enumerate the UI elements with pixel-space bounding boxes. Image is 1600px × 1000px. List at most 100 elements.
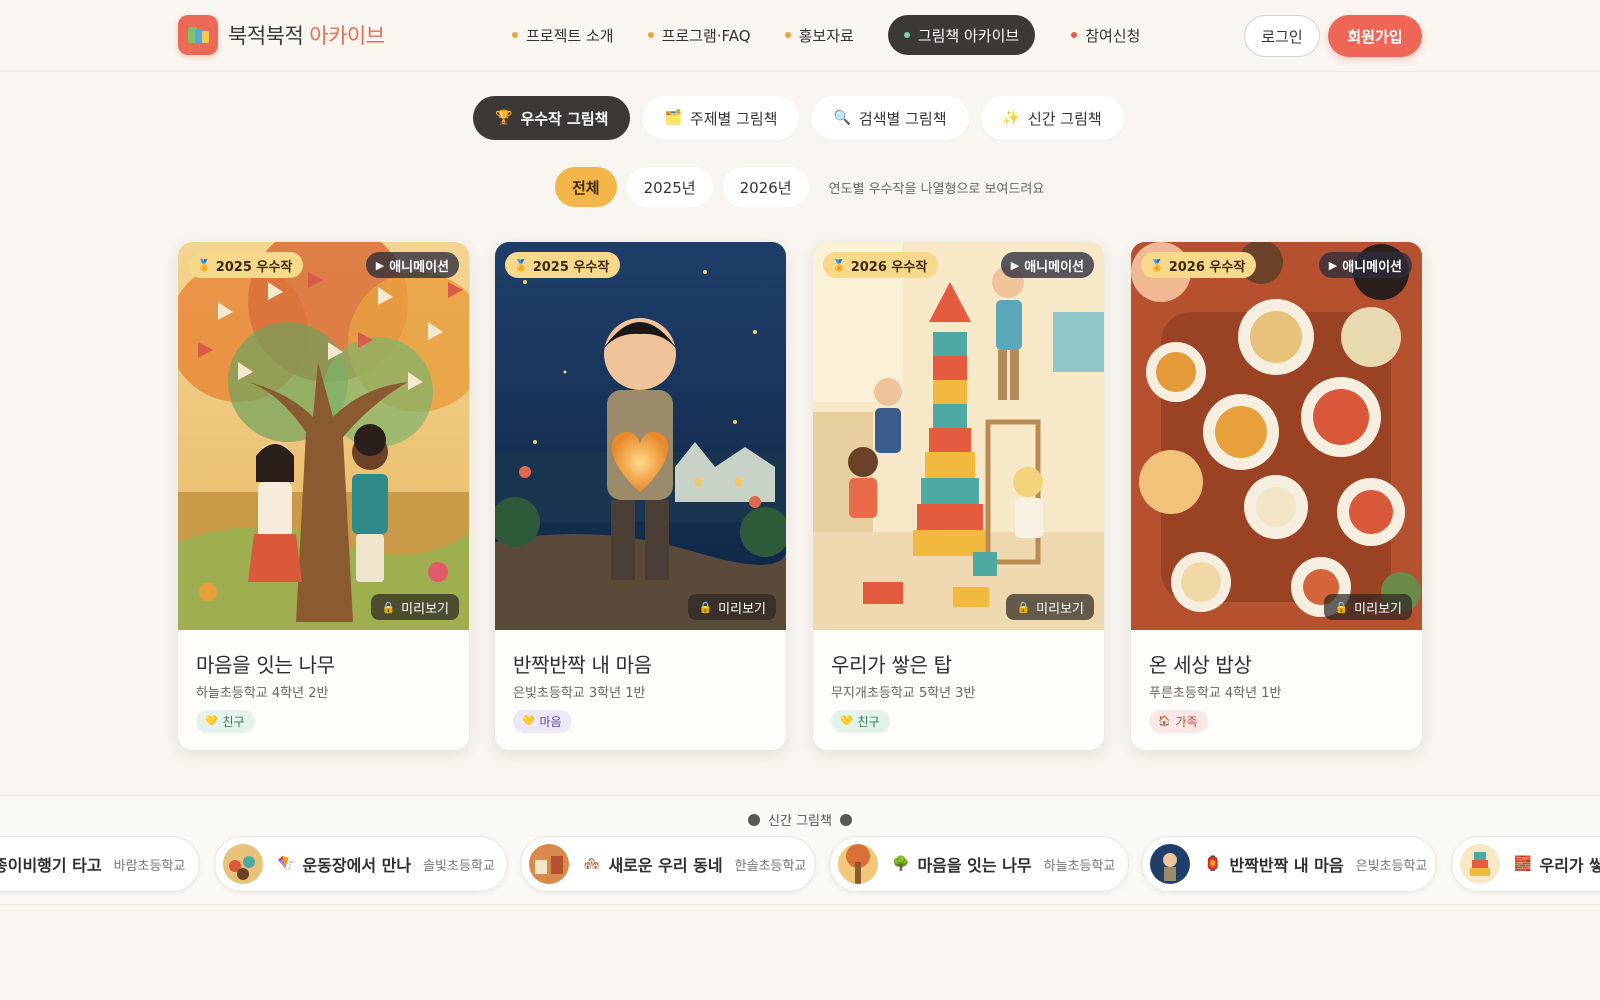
nav-dot-icon — [903, 32, 910, 38]
new-book-school: 바람초등학교 — [113, 858, 186, 874]
signup-button[interactable]: 회원가입 — [1328, 15, 1422, 57]
preview-button[interactable]: 🔒 미리보기 — [1324, 594, 1412, 620]
main-nav: 프로젝트 소개 프로그램·FAQ 홍보자료 그림책 아카이브 참여신청 — [512, 15, 1174, 55]
topic-tag: 🏠 가족 — [1149, 710, 1208, 733]
play-icon: ▶ — [1328, 258, 1338, 272]
tab-label: 주제별 그림책 — [689, 109, 778, 128]
new-book-school: 한솔초등학교 — [734, 858, 807, 874]
book-cover-image[interactable]: 🏅 2026 우수작 ▶ 애니메이션 🔒 미리보기 — [1131, 242, 1422, 630]
year-badge: 🏅 2026 우수작 — [823, 252, 939, 278]
dot-icon — [748, 813, 761, 826]
year-badge: 🏅 2025 우수작 — [188, 252, 304, 278]
medal-icon: 🏅 — [832, 258, 846, 272]
preview-button[interactable]: 🔒 미리보기 — [371, 594, 459, 620]
animation-badge[interactable]: ▶ 애니메이션 — [1318, 252, 1412, 278]
book-title: 마음을 잇는 나무 — [196, 653, 335, 677]
year-filter-row: 전체 2025년 2026년 연도별 우수작을 나열형으로 보여드려요 — [555, 167, 1044, 207]
nav-item-apply[interactable]: 참여신청 — [1071, 15, 1140, 55]
house-icon: 🏠 — [1158, 716, 1171, 727]
book-card[interactable]: 🏅 2026 우수작 ▶ 애니메이션 🔒 미리보기 온 세상 밥상 푸른초등학교 4학… — [1131, 242, 1422, 750]
medal-icon: 🏅 — [197, 258, 211, 272]
medal-icon: 🏅 — [1150, 258, 1164, 272]
tab-label: 검색별 그림책 — [858, 109, 947, 128]
category-tabs: 🏆 우수작 그림책 🗂️ 주제별 그림책 🔍 검색별 그림책 ✨ 신간 그림책 — [473, 96, 1136, 140]
blocks-icon: 🧱 — [1514, 856, 1532, 872]
nav-label: 프로그램·FAQ — [661, 26, 751, 45]
book-school: 무지개초등학교 5학년 3반 — [831, 686, 976, 701]
login-button[interactable]: 로그인 — [1244, 15, 1320, 57]
new-book-item[interactable]: 🧱 우리가 쌓은 — [1451, 836, 1600, 892]
nav-dot-icon — [784, 32, 791, 38]
book-title: 우리가 쌓은 탑 — [831, 653, 952, 677]
tab-new-books[interactable]: ✨ 신간 그림책 — [980, 96, 1124, 140]
book-title: 온 세상 밥상 — [1149, 653, 1252, 677]
topic-tag: 💛 친구 — [831, 710, 890, 733]
book-school: 하늘초등학교 4학년 2반 — [196, 686, 329, 701]
year-filter-all[interactable]: 전체 — [555, 167, 617, 207]
sparkle-icon: ✨ — [1002, 110, 1020, 126]
book-school: 푸른초등학교 4학년 1반 — [1149, 686, 1282, 701]
nav-item-project-intro[interactable]: 프로젝트 소개 — [512, 15, 614, 55]
tree-icon: 🌳 — [892, 856, 910, 872]
book-card[interactable]: 🏅 2025 우수작 ▶ 애니메이션 🔒 미리보기 마음을 잇는 나무 하늘초등학교 … — [178, 242, 469, 750]
new-book-item[interactable]: 종이비행기 타고 바람초등학교 — [0, 836, 200, 892]
tab-label: 우수작 그림책 — [520, 109, 609, 128]
new-book-item[interactable]: 🌳 마음을 잇는 나무 하늘초등학교 — [829, 836, 1129, 892]
heart-icon: 💛 — [522, 716, 535, 727]
year-filter-2025[interactable]: 2025년 — [626, 167, 713, 207]
nav-label: 그림책 아카이브 — [917, 26, 1020, 45]
new-book-school: 솔빛초등학교 — [423, 858, 495, 874]
dot-icon — [839, 813, 852, 826]
medal-icon: 🏅 — [514, 258, 528, 272]
tab-topic-books[interactable]: 🗂️ 주제별 그림책 — [642, 96, 800, 140]
nav-item-archive[interactable]: 그림책 아카이브 — [887, 15, 1036, 55]
site-logo[interactable]: 북적북적 아카이브 — [178, 15, 385, 55]
trophy-icon: 🏆 — [495, 110, 513, 126]
animation-badge[interactable]: ▶ 애니메이션 — [365, 252, 459, 278]
new-book-title: 종이비행기 타고 — [0, 856, 102, 875]
play-icon: ▶ — [375, 258, 385, 272]
tab-label: 신간 그림책 — [1027, 109, 1102, 128]
book-school: 은빛초등학교 3학년 1반 — [513, 686, 646, 701]
topic-tag: 💛 친구 — [196, 710, 255, 733]
book-card[interactable]: 🏅 2025 우수작 🔒 미리보기 반짝반짝 내 마음 은빛초등학교 3학년 1반 … — [495, 242, 786, 750]
lock-icon: 🔒 — [381, 600, 396, 614]
animation-badge[interactable]: ▶ 애니메이션 — [1000, 252, 1094, 278]
search-icon: 🔍 — [833, 110, 851, 126]
nav-label: 프로젝트 소개 — [526, 26, 614, 45]
new-book-title: 우리가 쌓은 — [1539, 856, 1600, 875]
kite-icon: 🪁 — [277, 856, 295, 872]
heart-icon: 💛 — [840, 716, 853, 727]
book-cover-image[interactable]: 🏅 2025 우수작 ▶ 애니메이션 🔒 미리보기 — [178, 242, 469, 630]
year-filter-2026[interactable]: 2026년 — [722, 167, 809, 207]
logo-icon — [178, 15, 218, 55]
preview-button[interactable]: 🔒 미리보기 — [1006, 594, 1094, 620]
nav-item-program-faq[interactable]: 프로그램·FAQ — [647, 15, 751, 55]
logo-accent-text: 아카이브 — [309, 24, 385, 48]
lock-icon: 🔒 — [1016, 600, 1031, 614]
new-books-strip: 신간 그림책 종이비행기 타고 바람초등학교 🪁 운동장에서 만나 솔빛초등학교… — [0, 795, 1600, 905]
new-book-school: 하늘초등학교 — [1043, 858, 1116, 874]
nav-dot-icon — [647, 32, 654, 38]
book-card[interactable]: 🏅 2026 우수작 ▶ 애니메이션 🔒 미리보기 우리가 쌓은 탑 무지개초등학교 … — [813, 242, 1104, 750]
heart-icon: 💛 — [205, 716, 218, 727]
folder-icon: 🗂️ — [664, 110, 682, 126]
neighborhood-icon: 🏘️ — [583, 856, 601, 872]
lock-icon: 🔒 — [1334, 600, 1349, 614]
tab-search-books[interactable]: 🔍 검색별 그림책 — [811, 96, 969, 140]
new-book-item[interactable]: 🏘️ 새로운 우리 동네 한솔초등학교 — [520, 836, 816, 892]
new-book-item[interactable]: 🪁 운동장에서 만나 솔빛초등학교 — [214, 836, 508, 892]
new-book-title: 운동장에서 만나 — [302, 856, 412, 875]
new-book-item[interactable]: 🏮 반짝반짝 내 마음 은빛초등학교 — [1141, 836, 1437, 892]
new-books-title: 신간 그림책 — [0, 810, 1600, 829]
nav-label: 참여신청 — [1085, 26, 1141, 45]
nav-item-promo[interactable]: 홍보자료 — [784, 15, 854, 55]
book-thumbnail — [1460, 844, 1500, 884]
tab-excellent-books[interactable]: 🏆 우수작 그림책 — [473, 96, 631, 140]
nav-dot-icon — [512, 32, 518, 38]
book-cover-image[interactable]: 🏅 2026 우수작 ▶ 애니메이션 🔒 미리보기 — [813, 242, 1104, 630]
new-book-title: 마음을 잇는 나무 — [917, 856, 1032, 875]
preview-button[interactable]: 🔒 미리보기 — [688, 594, 776, 620]
book-cover-image[interactable]: 🏅 2025 우수작 🔒 미리보기 — [495, 242, 786, 630]
nav-dot-icon — [1071, 32, 1078, 38]
